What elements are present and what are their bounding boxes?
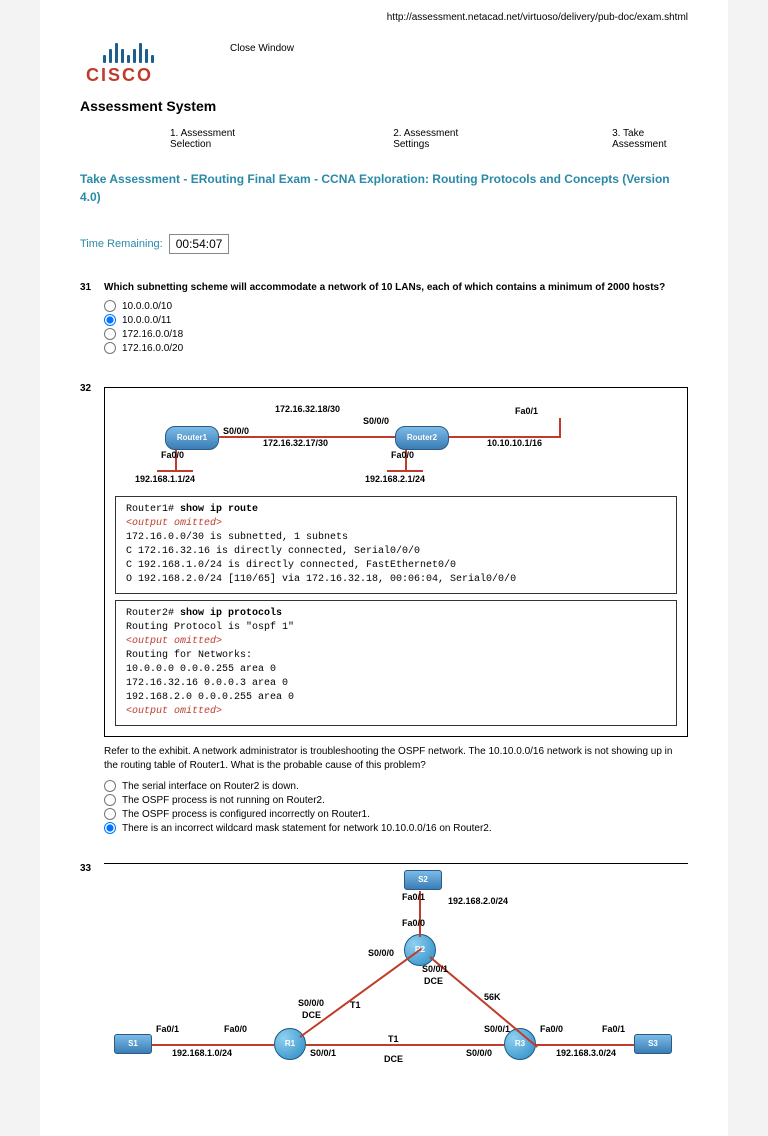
question-33: 33 S1 S2 S3 R1 R2 R3 [80,863,688,1068]
interface-label: S0/0/0 [223,426,249,436]
question-31: 31 Which subnetting scheme will accommod… [80,282,688,355]
question-32: 32 Router1 Router2 172.16.32.18/30 [80,383,688,835]
page-url: http://assessment.netacad.net/virtuoso/d… [80,8,688,41]
step-2[interactable]: 2. Assessment Settings [393,128,482,150]
switch-icon: S3 [634,1034,672,1054]
ip-label: 192.168.2.0/24 [448,896,508,906]
interface-label: Fa0/0 [224,1024,247,1034]
cisco-wordmark: CISCO [80,65,170,86]
question-number: 31 [80,282,104,355]
dce-label: DCE [424,976,443,986]
option-label: The OSPF process is not running on Route… [122,795,325,806]
option-radio[interactable] [104,822,116,834]
router2-icon: Router2 [395,426,449,450]
question-number: 33 [80,863,104,1068]
lan-link [157,470,193,472]
option-label: 172.16.0.0/20 [122,343,183,354]
option-radio[interactable] [104,300,116,312]
interface-label: Fa0/1 [515,406,538,416]
interface-label: S0/0/1 [422,964,448,974]
option-label: The serial interface on Router2 is down. [122,781,299,792]
interface-label: Fa0/0 [161,450,184,460]
interface-label: S0/0/0 [368,948,394,958]
interface-label: Fa0/1 [602,1024,625,1034]
dce-label: DCE [302,1010,321,1020]
switch-icon: S1 [114,1034,152,1054]
option-label: 172.16.0.0/18 [122,329,183,340]
system-title: Assessment System [80,98,688,114]
cisco-bars-icon [80,41,170,63]
exhibit-box: Router1 Router2 172.16.32.18/30 S0/0/0 S… [104,387,688,737]
option-label: 10.0.0.0/10 [122,301,172,312]
step-3[interactable]: 3. Take Assessment [612,128,688,150]
link [152,1044,274,1046]
option-label: 10.0.0.0/11 [122,315,171,326]
option-radio[interactable] [104,314,116,326]
close-window-link[interactable]: Close Window [230,43,294,54]
switch-icon: S2 [404,870,442,890]
question-text: Refer to the exhibit. A network administ… [104,745,688,773]
time-remaining-label: Time Remaining: [80,238,163,250]
interface-label: Fa0/1 [156,1024,179,1034]
link [536,1044,634,1046]
ip-label: 192.168.1.0/24 [172,1048,232,1058]
ip-label: 192.168.1.1/24 [135,474,195,484]
lan-link [387,470,423,472]
time-remaining-value: 00:54:07 [169,234,230,254]
interface-label: S0/0/0 [298,998,324,1008]
network-diagram: S1 S2 S3 R1 R2 R3 Fa0/1 192.168 [104,863,688,1068]
router1-terminal: Router1# show ip route <output omitted> … [115,496,677,594]
ip-label: 172.16.32.17/30 [263,438,328,448]
link [299,948,422,1038]
question-number: 32 [80,383,104,835]
router1-icon: Router1 [165,426,219,450]
interface-label: S0/0/1 [310,1048,336,1058]
option-radio[interactable] [104,780,116,792]
interface-label: Fa0/0 [391,450,414,460]
router-icon: R1 [274,1028,306,1060]
question-text: Which subnetting scheme will accommodate… [104,282,688,293]
interface-label: Fa0/0 [540,1024,563,1034]
option-radio[interactable] [104,808,116,820]
dce-label: DCE [384,1054,403,1064]
interface-label: S0/0/1 [484,1024,510,1034]
t1-label: T1 [388,1034,399,1044]
option-radio[interactable] [104,328,116,340]
option-label: There is an incorrect wildcard mask stat… [122,823,492,834]
lan-link [559,418,561,438]
interface-label: Fa0/0 [402,918,425,928]
t1-label: T1 [350,1000,361,1010]
router2-terminal: Router2# show ip protocols Routing Proto… [115,600,677,726]
ip-label: 10.10.10.1/16 [487,438,542,448]
interface-label: Fa0/1 [402,892,425,902]
interface-label: S0/0/0 [466,1048,492,1058]
option-label: The OSPF process is configured incorrect… [122,809,370,820]
assessment-title: Take Assessment - ERouting Final Exam - … [80,170,688,206]
step-1[interactable]: 1. Assessment Selection [170,128,263,150]
ip-label: 192.168.2.1/24 [365,474,425,484]
option-radio[interactable] [104,794,116,806]
ip-label: 172.16.32.18/30 [275,404,340,414]
step-nav: 1. Assessment Selection 2. Assessment Se… [80,128,688,150]
cisco-logo: CISCO [80,41,170,86]
network-diagram: Router1 Router2 172.16.32.18/30 S0/0/0 S… [115,398,677,490]
interface-label: S0/0/0 [363,416,389,426]
link [306,1044,504,1046]
speed-label: 56K [484,992,501,1002]
option-radio[interactable] [104,342,116,354]
ip-label: 192.168.3.0/24 [556,1048,616,1058]
